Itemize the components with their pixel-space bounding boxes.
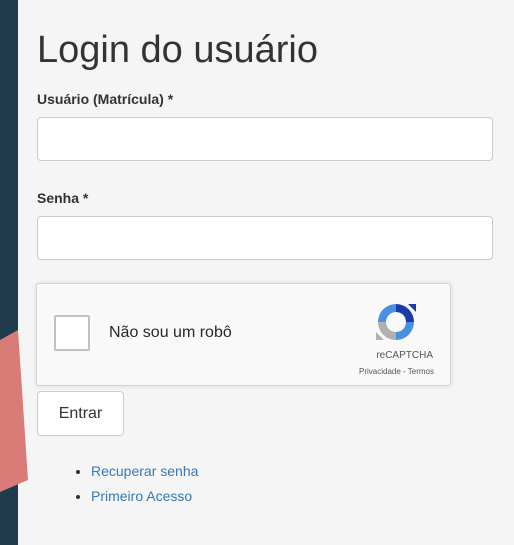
page-title: Login do usuário	[37, 29, 318, 71]
recaptcha-privacy-link[interactable]: Privacidade	[359, 367, 401, 376]
recaptcha-terms-link[interactable]: Termos	[408, 367, 434, 376]
recaptcha-logo-icon	[376, 304, 416, 340]
password-label: Senha *	[37, 190, 89, 206]
password-input[interactable]	[37, 216, 493, 260]
recaptcha-links: Privacidade - Termos	[359, 367, 434, 376]
recaptcha-checkbox[interactable]	[54, 315, 90, 351]
username-input[interactable]	[37, 117, 493, 161]
username-label: Usuário (Matrícula) *	[37, 91, 174, 107]
recaptcha-brand: reCAPTCHA	[376, 350, 433, 361]
first-access-link[interactable]: Primeiro Acesso	[91, 488, 192, 504]
list-item: Primeiro Acesso	[91, 484, 198, 509]
list-item: Recuperar senha	[91, 459, 198, 484]
help-links-list: Recuperar senha Primeiro Acesso	[55, 459, 198, 509]
decorative-side-shape	[0, 330, 28, 492]
recover-password-link[interactable]: Recuperar senha	[91, 463, 198, 479]
recaptcha-link-separator: -	[400, 367, 408, 376]
submit-button[interactable]: Entrar	[37, 391, 124, 436]
recaptcha-widget: Não sou um robô reCAPTCHA Privacidade - …	[36, 283, 451, 386]
recaptcha-checkbox-label: Não sou um robô	[109, 324, 232, 341]
